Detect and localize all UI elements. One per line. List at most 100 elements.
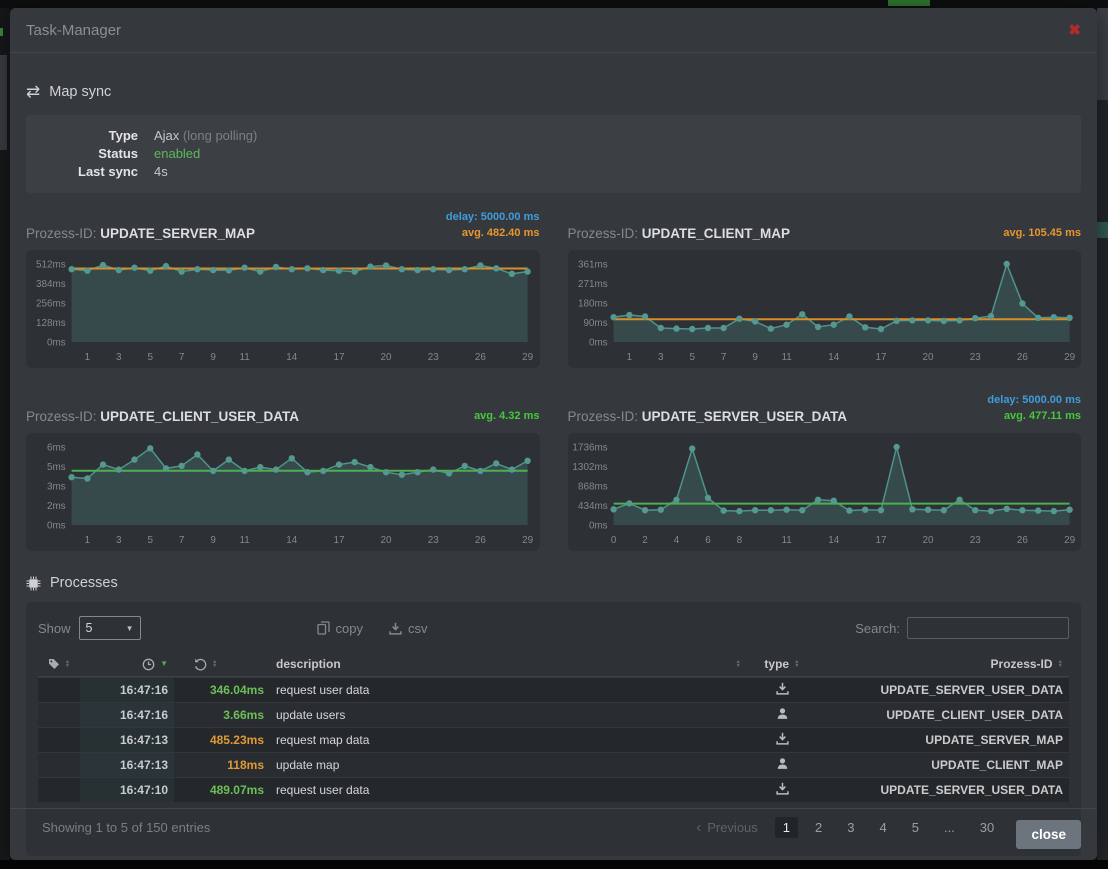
x-tick-label: 9 (752, 352, 758, 363)
x-tick-label: 11 (239, 352, 250, 363)
process-id-cell: UPDATE_SERVER_USER_DATA (817, 683, 1069, 697)
chart-stats: avg. 4.32 ms (474, 408, 539, 424)
data-point (257, 268, 263, 274)
x-tick-label: 20 (922, 535, 933, 546)
page-background-right (1097, 8, 1108, 860)
data-point (524, 458, 530, 464)
column-description[interactable]: description ▲▼ (270, 657, 747, 671)
table-row[interactable]: 16:47:13485.23msrequest map dataUPDATE_S… (38, 727, 1069, 752)
time-cell: 16:47:16 (80, 703, 174, 727)
data-point (1035, 315, 1041, 321)
sort-icon: ▲▼ (65, 660, 70, 669)
data-point (909, 317, 915, 323)
data-point (477, 468, 483, 474)
data-point (351, 268, 357, 274)
data-point (830, 322, 836, 328)
data-point (940, 318, 946, 324)
search-label: Search: (855, 621, 900, 636)
map-sync-info-box: Type Ajax (long polling) Status enabled … (26, 115, 1081, 193)
data-point (320, 267, 326, 273)
history-icon (194, 658, 207, 671)
x-tick-label: 7 (179, 535, 185, 546)
copy-button[interactable]: copy (317, 621, 363, 636)
description-cell: update map (270, 758, 747, 772)
chart-head: Prozess-ID: UPDATE_CLIENT_USER_DATAavg. … (26, 390, 540, 424)
data-point (116, 466, 122, 472)
search-input[interactable] (907, 617, 1069, 639)
x-tick-label: 17 (333, 535, 344, 546)
column-duration[interactable]: ▲▼ (174, 658, 270, 671)
chart-title: Prozess-ID: UPDATE_SERVER_MAP (26, 226, 255, 241)
sort-icon: ▲▼ (1058, 660, 1063, 669)
info-row-status: Status enabled (42, 145, 1065, 163)
data-point (304, 469, 310, 475)
data-point (704, 495, 710, 501)
data-point (147, 445, 153, 451)
export-buttons: copy csv (317, 621, 428, 636)
x-tick-label: 4 (673, 535, 679, 546)
duration-cell: 118ms (174, 758, 270, 772)
column-status[interactable]: ▲▼ (38, 658, 80, 670)
process-id-cell: UPDATE_CLIENT_MAP (817, 758, 1069, 772)
modal-footer: close (10, 808, 1097, 860)
column-time[interactable]: ▼ (80, 658, 174, 671)
data-point (178, 268, 184, 274)
data-point (767, 325, 773, 331)
x-tick-label: 26 (1016, 352, 1027, 363)
info-row-lastsync: Last sync 4s (42, 163, 1065, 181)
chart-head: Prozess-ID: UPDATE_SERVER_USER_DATAdelay… (568, 390, 1082, 424)
x-tick-label: 17 (875, 535, 886, 546)
column-type[interactable]: type ▲▼ (747, 657, 817, 671)
column-process-id[interactable]: Prozess-ID ▲▼ (817, 657, 1069, 671)
x-tick-label: 3 (116, 352, 122, 363)
x-tick-label: 6 (705, 535, 711, 546)
chart-head: Prozess-ID: UPDATE_CLIENT_MAPavg. 105.45… (568, 207, 1082, 241)
data-point (131, 456, 137, 462)
data-point (194, 266, 200, 272)
data-point (336, 461, 342, 467)
close-button[interactable]: close (1016, 820, 1081, 849)
data-point (273, 264, 279, 270)
data-point (846, 507, 852, 513)
table-row[interactable]: 16:47:16346.04msrequest user dataUPDATE_… (38, 677, 1069, 702)
data-point (241, 468, 247, 474)
x-tick-label: 1 (626, 352, 632, 363)
data-point (477, 262, 483, 268)
table-row[interactable]: 16:47:10489.07msrequest user dataUPDATE_… (38, 777, 1069, 802)
x-tick-label: 11 (239, 535, 250, 546)
info-value: 4s (154, 163, 168, 181)
data-point (626, 500, 632, 506)
data-point (736, 316, 742, 322)
y-tick-label: 434ms (577, 501, 607, 512)
data-point (893, 318, 899, 324)
x-tick-label: 23 (428, 352, 439, 363)
data-point (799, 311, 805, 317)
show-entries-select[interactable]: 5 ▼ (79, 616, 141, 640)
data-point (657, 325, 663, 331)
csv-button[interactable]: csv (389, 621, 428, 636)
map-sync-heading-label: Map sync (49, 84, 111, 100)
data-point (226, 456, 232, 462)
clock-icon (142, 658, 155, 671)
sort-icon: ▲▼ (794, 660, 799, 669)
status-value: enabled (154, 145, 200, 163)
data-point (1066, 507, 1072, 513)
x-tick-label: 14 (286, 352, 297, 363)
data-point (736, 508, 742, 514)
type-cell (747, 757, 817, 773)
x-tick-label: 11 (781, 352, 792, 363)
table-row[interactable]: 16:47:163.66msupdate usersUPDATE_CLIENT_… (38, 702, 1069, 727)
close-icon[interactable]: ✖ (1068, 21, 1081, 39)
data-point (783, 322, 789, 328)
chart-avg-stat: avg. 482.40 ms (446, 225, 540, 241)
download-icon (389, 622, 402, 635)
data-point (704, 325, 710, 331)
duration-cell: 489.07ms (174, 783, 270, 797)
table-row[interactable]: 16:47:13118msupdate mapUPDATE_CLIENT_MAP (38, 752, 1069, 777)
data-point (100, 461, 106, 467)
data-point (446, 470, 452, 476)
data-point (689, 326, 695, 332)
description-cell: request map data (270, 733, 747, 747)
chart-plot: 0ms434ms868ms1302ms1736ms024681114172023… (568, 433, 1082, 551)
data-point (751, 318, 757, 324)
